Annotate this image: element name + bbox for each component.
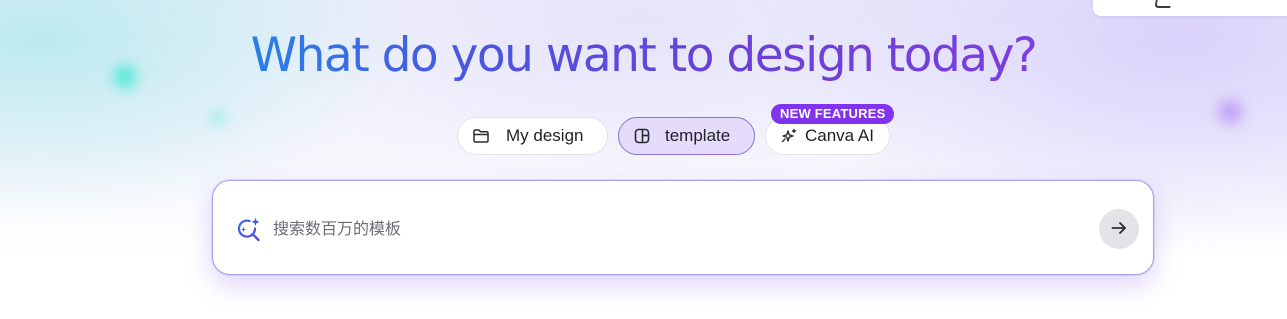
- decorative-glow-teal-small: [208, 108, 228, 128]
- search-submit-button[interactable]: [1099, 209, 1139, 249]
- new-features-badge: NEW FEATURES: [771, 104, 895, 124]
- tab-my-design[interactable]: My design: [457, 117, 608, 155]
- search-input[interactable]: [273, 211, 1073, 245]
- tab-my-design-label: My design: [506, 126, 584, 145]
- sparkle-icon: [779, 126, 799, 146]
- arrow-right-icon: [1109, 218, 1129, 241]
- decorative-glow-purple: [1214, 96, 1246, 128]
- search-box: [212, 180, 1154, 275]
- top-right-glyph-fragment: [1154, 0, 1172, 8]
- folder-icon: [471, 126, 491, 146]
- tab-template-label: template: [665, 126, 731, 145]
- tab-canva-ai-label: Canva AI: [805, 126, 874, 145]
- top-right-panel: [1093, 0, 1287, 16]
- page-headline: What do you want to design today?: [0, 26, 1287, 86]
- headline-text: What do you want to design today?: [250, 28, 1038, 83]
- tab-template[interactable]: template: [618, 117, 755, 155]
- template-icon: [632, 126, 652, 146]
- ai-search-icon: [235, 216, 263, 244]
